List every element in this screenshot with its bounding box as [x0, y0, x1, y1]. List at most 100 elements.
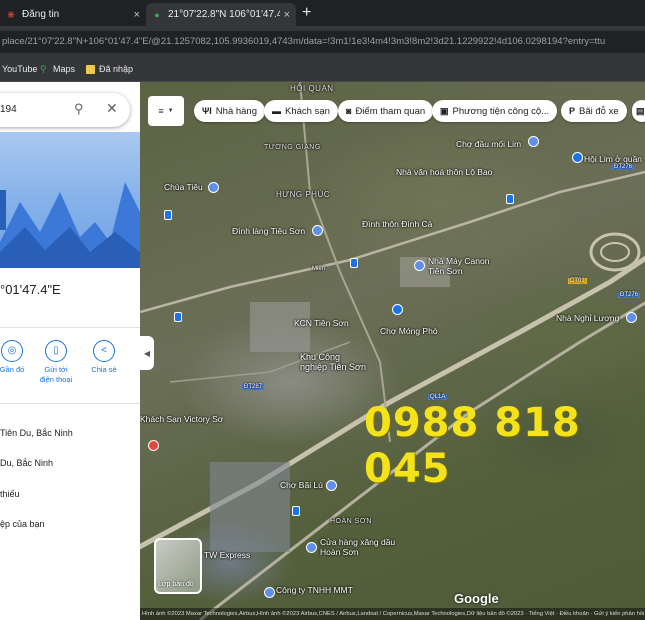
map-label: TƯƠNG GIANG: [264, 144, 321, 151]
bus-stop-icon[interactable]: [350, 258, 358, 268]
hotel-pin-icon[interactable]: [148, 440, 159, 451]
info-row-missing-place[interactable]: thiếu: [0, 489, 20, 499]
hero-illustration: [0, 182, 140, 268]
search-icon[interactable]: ⚲: [74, 101, 84, 117]
map-attribution: Hình ảnh ©2023 Maxar Technologies,Airbus…: [140, 608, 645, 620]
info-row-address[interactable]: Tiên Du, Bắc Ninh: [0, 428, 73, 438]
map-menu-chip[interactable]: ≡ ▼: [148, 96, 184, 126]
chip-restaurants[interactable]: ΨΙ Nhà hàng: [194, 100, 265, 122]
factory-pin-icon[interactable]: [414, 260, 425, 271]
satellite-map[interactable]: ≡ ▼ ΨΙ Nhà hàng ▬ Khách sạn ◙ Điểm tham …: [140, 82, 645, 620]
phone-number-overlay: 0988 818 045: [364, 400, 581, 492]
place-side-panel: 194 ⚲ ✕ °01'47.4"E ◎ Gần đó ▯ Gửi tới đi…: [0, 82, 140, 620]
bookmark-maps[interactable]: ⚲ Maps: [40, 64, 75, 74]
chip-hotels[interactable]: ▬ Khách sạn: [264, 100, 338, 122]
attraction-icon: ◙: [346, 106, 352, 116]
chevron-down-icon: ▼: [167, 108, 174, 114]
place-hero-image[interactable]: [0, 132, 140, 268]
folder-icon: [86, 64, 95, 74]
gas-station-pin-icon[interactable]: [306, 542, 317, 553]
share-button[interactable]: < Chia sẻ: [86, 340, 122, 375]
attraction-pin-icon[interactable]: [572, 152, 583, 163]
place-coordinates-title: °01'47.4"E: [0, 282, 61, 297]
layers-label: Lớp bản đồ: [158, 581, 194, 588]
map-label: Chợ đầu mối Lim: [456, 139, 522, 149]
map-label: HỘI QUAN: [290, 84, 334, 93]
bus-stop-icon[interactable]: [506, 194, 514, 204]
chip-label: Điểm tham quan: [355, 105, 426, 117]
bus-stop-icon[interactable]: [292, 506, 300, 516]
tab-title: Đăng tin: [22, 9, 60, 20]
transit-icon: ▣: [440, 105, 449, 116]
road-label: CT01: [568, 278, 587, 284]
tab-title: 21°07'22.8"N 106°01'47.4"E - Go: [168, 9, 280, 20]
road-label: Miền: [312, 266, 326, 272]
map-label: Nhà Nghỉ Lương: [556, 313, 620, 323]
map-label: HƯNG PHÚC: [276, 190, 330, 199]
chip-more[interactable]: ▤: [632, 100, 645, 122]
chip-label: Bãi đỗ xe: [579, 105, 619, 117]
place-pin-icon[interactable]: [528, 136, 539, 147]
lodging-pin-icon[interactable]: [626, 312, 637, 323]
map-label: Nhà Máy Canon Tiên Sơn: [428, 256, 490, 276]
chip-transit[interactable]: ▣ Phương tiện công cộ...: [432, 100, 558, 122]
parking-icon: P: [569, 106, 576, 116]
chevron-left-icon: ◀: [143, 348, 151, 358]
bookmark-label: Maps: [53, 64, 76, 74]
new-tab-button[interactable]: +: [302, 4, 311, 22]
divider: [0, 403, 140, 404]
info-row-business[interactable]: ệp của bạn: [0, 519, 45, 529]
tab-bar: ❋ Đăng tin × ● 21°07'22.8"N 106°01'47.4"…: [0, 0, 645, 26]
map-label: Đình thôn Đình Cả: [362, 219, 433, 229]
address-bar-area: place/21°07'22.8"N+106°01'47.4"E/@21.125…: [0, 26, 645, 58]
chip-attractions[interactable]: ◙ Điểm tham quan: [338, 100, 434, 122]
map-label: TW Express: [204, 550, 251, 560]
bookmark-label: Đã nhập: [99, 64, 134, 74]
restaurant-icon: ΨΙ: [202, 106, 212, 116]
bookmark-folder[interactable]: Đã nhập: [86, 64, 133, 74]
chip-label: Khách sạn: [285, 105, 330, 117]
close-tab-icon[interactable]: ×: [134, 9, 140, 21]
site-favicon-icon: ❋: [7, 9, 15, 20]
chip-label: Nhà hàng: [215, 105, 257, 117]
share-icon: <: [93, 340, 115, 362]
close-tab-icon[interactable]: ×: [284, 9, 290, 21]
bus-stop-icon[interactable]: [174, 312, 182, 322]
send-to-phone-button[interactable]: ▯ Gửi tới điện thoại: [38, 340, 74, 385]
bookmark-youtube[interactable]: YouTube: [2, 64, 37, 74]
map-label: HOÀN SƠN: [330, 518, 372, 525]
send-to-phone-icon: ▯: [45, 340, 67, 362]
google-logo: Google: [454, 591, 499, 606]
more-chips-icon: ▤: [636, 105, 645, 116]
menu-icon: ≡: [158, 106, 164, 116]
bus-stop-icon[interactable]: [164, 210, 172, 220]
bookmarks-bar: YouTube ⚲ Maps Đã nhập: [0, 58, 645, 82]
search-input[interactable]: 194: [0, 104, 17, 115]
url-input[interactable]: place/21°07'22.8"N+106°01'47.4"E/@21.125…: [0, 31, 645, 53]
close-icon[interactable]: ✕: [106, 100, 118, 117]
tab-dang-tin[interactable]: ❋ Đăng tin ×: [0, 3, 146, 26]
chip-parking[interactable]: P Bãi đỗ xe: [561, 100, 627, 122]
company-pin-icon[interactable]: [264, 587, 275, 598]
map-label: Khu Công nghiệp Tiên Sơn: [300, 352, 366, 372]
map-label: Chợ Móng Phò: [380, 326, 438, 336]
tab-google-maps[interactable]: ● 21°07'22.8"N 106°01'47.4"E - Go ×: [146, 3, 296, 26]
road-label: ĐT287: [242, 384, 265, 390]
map-label: Đình làng Tiêu Sơn: [232, 226, 306, 236]
hotel-icon: ▬: [272, 106, 281, 116]
info-row-plus-code[interactable]: Du, Bắc Ninh: [0, 458, 53, 468]
market-pin-icon[interactable]: [392, 304, 403, 315]
layers-button[interactable]: Lớp bản đồ: [154, 538, 202, 594]
map-label: Nhà văn hoá thôn Lộ Bao: [396, 167, 493, 177]
market-pin-icon[interactable]: [326, 480, 337, 491]
map-label: Cửa hàng xăng dầu Hoàn Sơn: [320, 537, 396, 557]
map-label: Khách Sạn Victory Sơ: [140, 414, 224, 424]
collapse-panel-button[interactable]: ◀: [140, 336, 154, 370]
nearby-button[interactable]: ◎ Gần đó: [0, 340, 30, 375]
chip-label: Phương tiện công cộ...: [452, 105, 550, 117]
temple-pin-icon[interactable]: [312, 225, 323, 236]
temple-pin-icon[interactable]: [208, 182, 219, 193]
search-box[interactable]: 194 ⚲ ✕: [0, 93, 130, 127]
divider: [0, 327, 140, 328]
bookmark-label: YouTube: [2, 64, 38, 74]
